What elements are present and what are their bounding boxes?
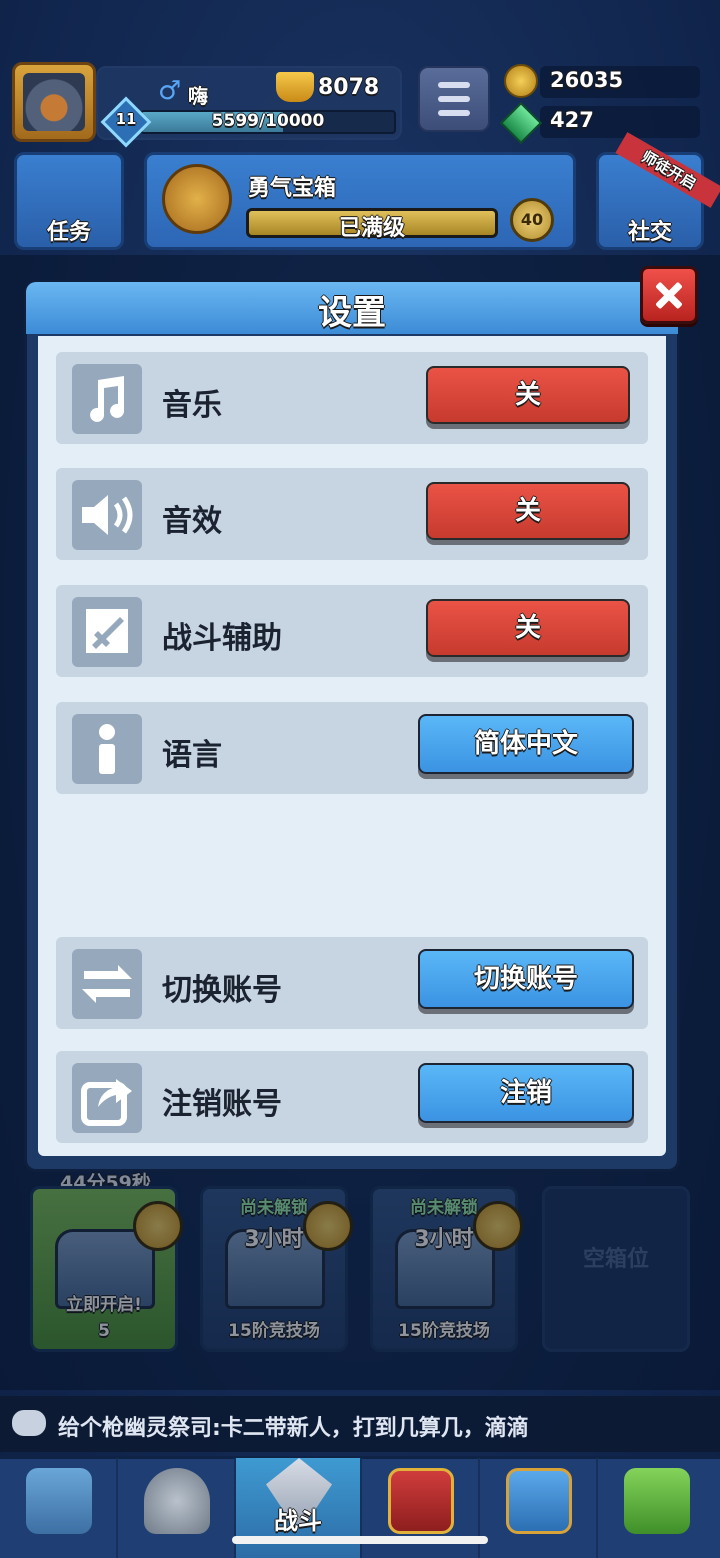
sound-toggle-button[interactable]: 关 — [426, 482, 630, 540]
setting-label: 注销账号 — [162, 1087, 282, 1122]
player-avatar[interactable] — [12, 62, 96, 142]
task-label: 任务 — [46, 220, 91, 245]
hamburger-line — [438, 96, 470, 102]
nav-heroes[interactable] — [118, 1458, 236, 1558]
setting-label: 音效 — [162, 504, 222, 539]
avatar-image — [23, 73, 85, 131]
language-select-button[interactable]: 简体中文 — [418, 714, 634, 774]
sword-icon — [72, 597, 142, 667]
hamburger-line — [438, 82, 470, 88]
sprout-island-icon — [624, 1468, 690, 1534]
knight-helmet-icon — [144, 1468, 210, 1534]
settings-row-switch-account: 切换账号 切换账号 — [56, 937, 648, 1029]
switch-account-button[interactable]: 切换账号 — [418, 949, 634, 1009]
settings-row-music: 音乐 关 — [56, 352, 648, 444]
settings-row-battle-assist: 战斗辅助 关 — [56, 585, 648, 677]
treasure-chest-icon — [26, 1468, 92, 1534]
gold-coin-icon — [504, 64, 538, 98]
battle-assist-toggle-button[interactable]: 关 — [426, 599, 630, 657]
nav-events[interactable] — [598, 1458, 716, 1558]
speaker-icon — [72, 480, 142, 550]
logout-button[interactable]: 注销 — [418, 1063, 634, 1123]
settings-row-sound: 音效 关 — [56, 468, 648, 560]
male-gender-icon: ♂ — [158, 76, 182, 106]
menu-button[interactable] — [418, 66, 490, 132]
gem-count: 427 — [550, 108, 594, 132]
hamburger-line — [438, 110, 470, 116]
setting-label: 音乐 — [162, 388, 222, 423]
courage-level-badge: 40 — [510, 198, 554, 242]
courage-chest-title: 勇气宝箱 — [248, 176, 337, 201]
settings-row-language: 语言 简体中文 — [56, 702, 648, 794]
settings-row-logout: 注销账号 注销 — [56, 1051, 648, 1143]
trophy-icon — [276, 72, 314, 102]
friends-banner-icon — [506, 1468, 572, 1534]
chat-bubble-icon — [12, 1410, 46, 1436]
player-level: 11 — [115, 110, 137, 128]
home-indicator[interactable] — [232, 1536, 488, 1544]
trophy-count: 8078 — [318, 75, 380, 100]
chat-message: 给个枪幽灵祭司:卡二带新人，打到几算几，滴滴 — [58, 1416, 529, 1441]
setting-label: 切换账号 — [162, 973, 282, 1008]
settings-title: 设置 — [318, 293, 386, 333]
fist-medal-icon — [162, 164, 232, 234]
share-export-icon — [72, 1063, 142, 1133]
nav-battle-label: 战斗 — [274, 1507, 322, 1535]
music-note-icon — [72, 364, 142, 434]
coin-count: 26035 — [550, 68, 624, 92]
crown-shield-icon — [388, 1468, 454, 1534]
player-name: 嗨 — [188, 84, 208, 108]
setting-label: 语言 — [162, 738, 222, 773]
swap-arrows-icon — [72, 949, 142, 1019]
info-icon — [72, 714, 142, 784]
courage-status: 已满级 — [338, 216, 405, 241]
setting-label: 战斗辅助 — [162, 621, 282, 656]
xp-text: 5599/10000 — [211, 111, 325, 131]
nav-social[interactable] — [480, 1458, 598, 1558]
nav-shop[interactable] — [0, 1458, 118, 1558]
close-button[interactable] — [640, 266, 698, 324]
music-toggle-button[interactable]: 关 — [426, 366, 630, 424]
social-label: 社交 — [627, 220, 672, 245]
